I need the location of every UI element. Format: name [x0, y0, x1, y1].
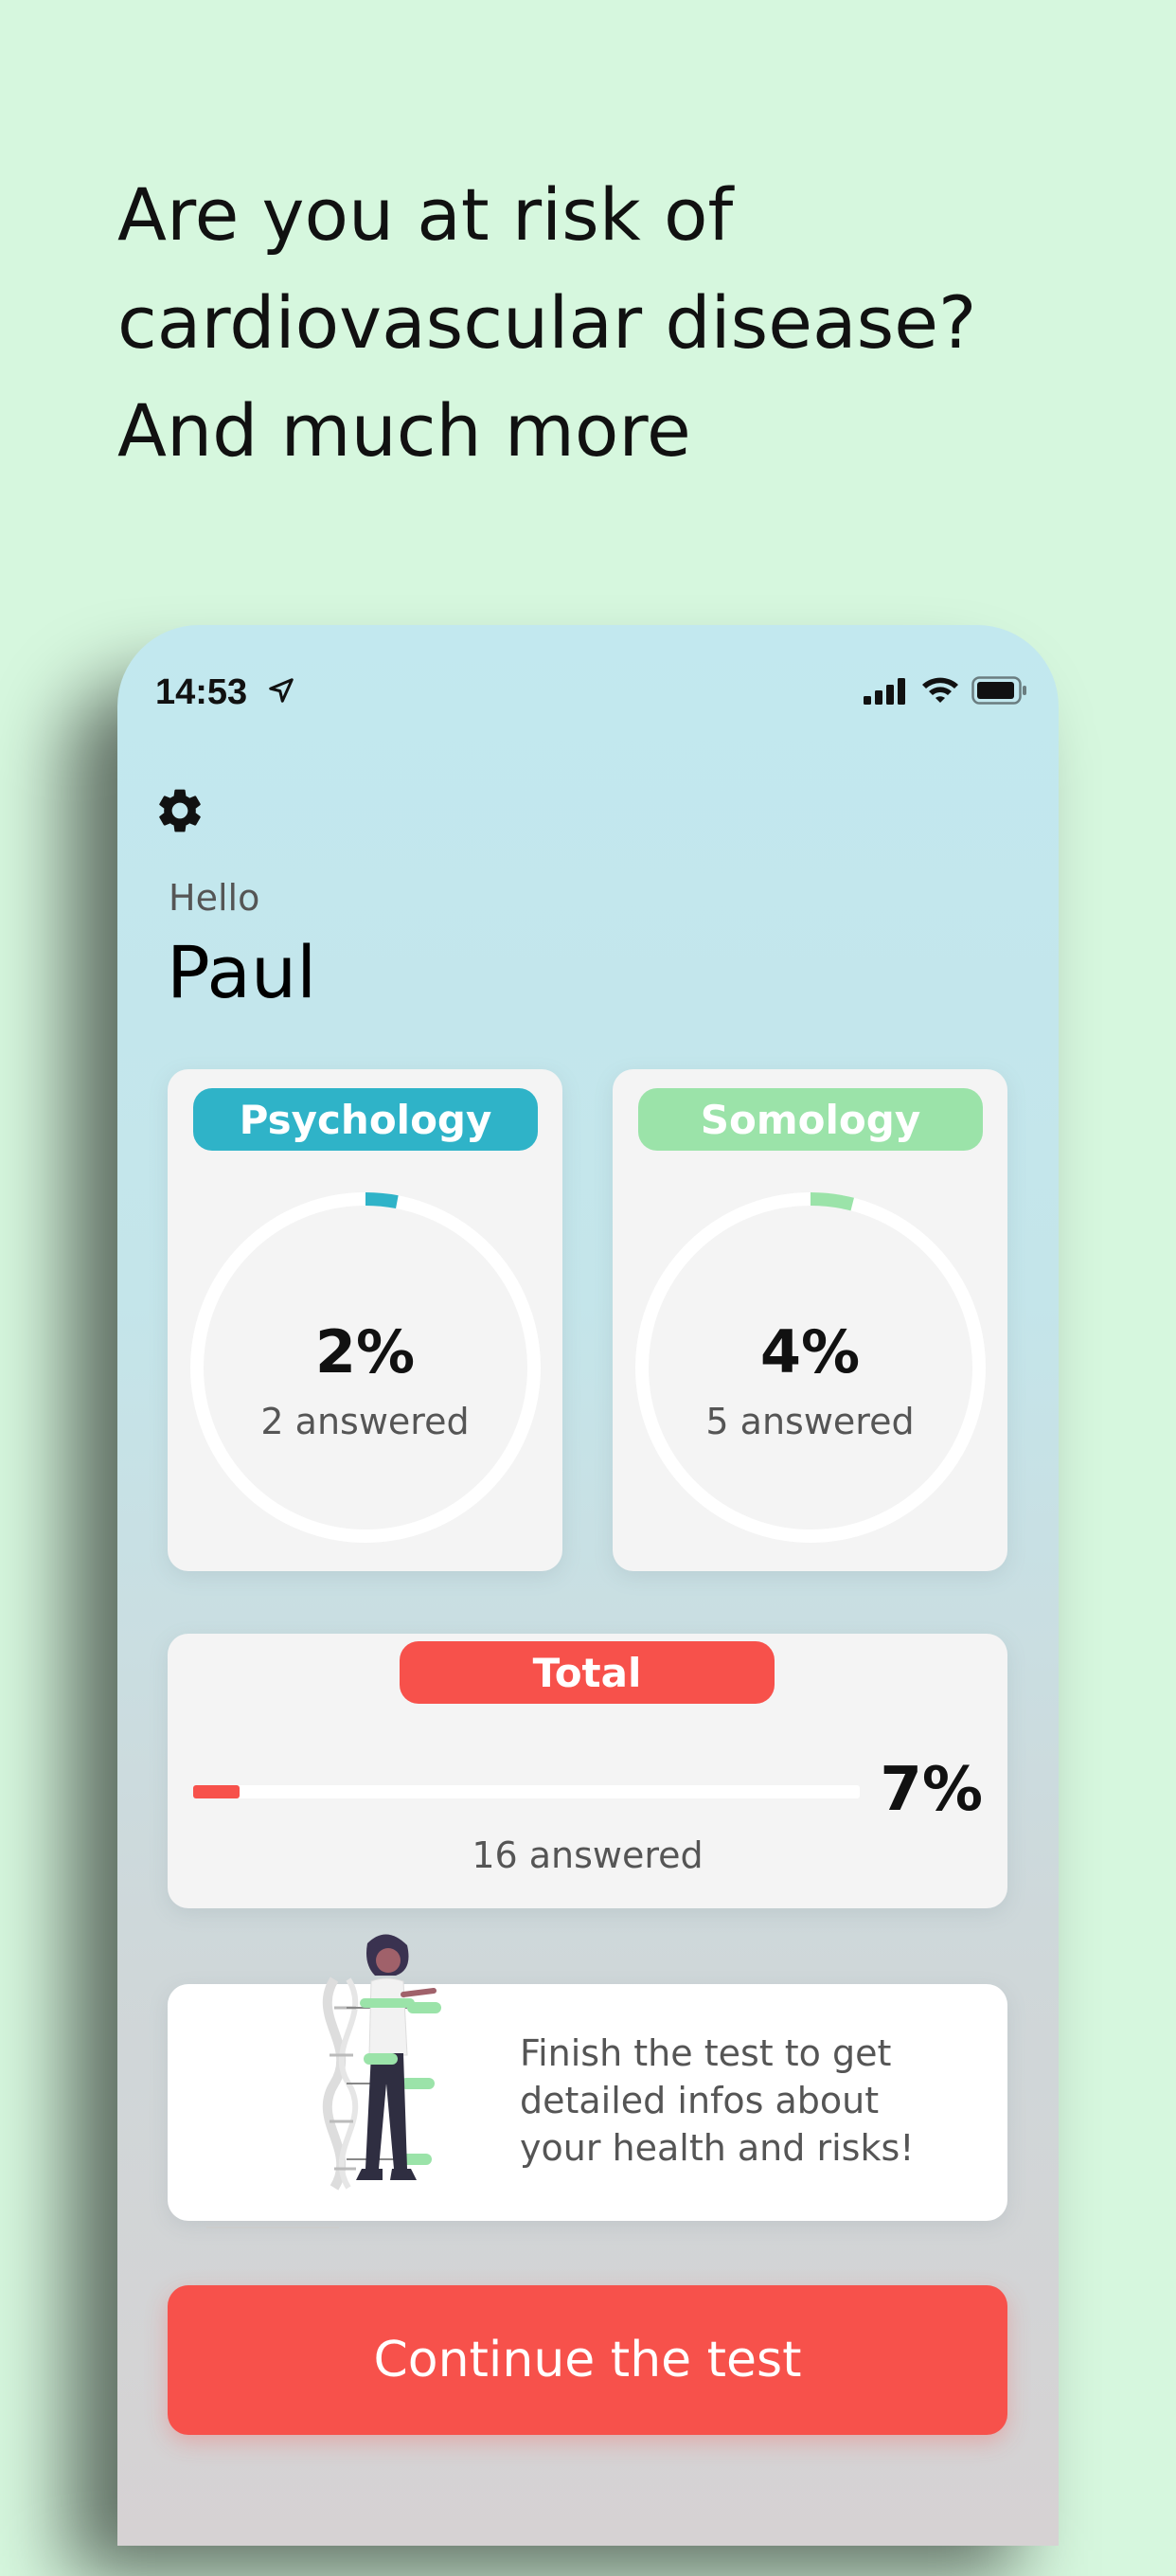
headline-line-3: And much more	[117, 388, 691, 473]
status-bar: 14:53	[117, 625, 1059, 758]
cellular-signal-icon	[864, 678, 905, 705]
info-text: Finish the test to get detailed infos ab…	[520, 2030, 974, 2172]
info-text-line-1: Finish the test to get	[520, 2032, 892, 2074]
total-progress-track	[193, 1785, 860, 1798]
somology-card[interactable]: Somology 4% 5 answered	[613, 1069, 1007, 1571]
psychology-percent: 2%	[314, 1317, 416, 1386]
headline: Are you at risk of cardiovascular diseas…	[117, 161, 1083, 485]
total-percent: 7%	[880, 1755, 983, 1825]
user-name: Paul	[167, 930, 317, 1014]
headline-line-2: cardiovascular disease?	[117, 280, 977, 365]
gear-icon[interactable]	[153, 784, 206, 837]
psychology-card[interactable]: Psychology 2% 2 answered	[168, 1069, 562, 1571]
status-time: 14:53	[155, 672, 248, 712]
somology-answered: 5 answered	[705, 1401, 915, 1442]
somology-percent: 4%	[759, 1317, 861, 1386]
battery-icon	[971, 676, 1026, 705]
location-arrow-icon	[269, 678, 294, 703]
headline-line-1: Are you at risk of	[117, 172, 734, 257]
total-card[interactable]: Total 7% 16 answered	[168, 1634, 1007, 1908]
person-with-dna-chart-illustration	[206, 1934, 441, 2228]
info-text-line-2: detailed infos about	[520, 2080, 880, 2121]
psychology-answered: 2 answered	[260, 1401, 470, 1442]
psychology-label: Psychology	[193, 1088, 538, 1151]
total-answered: 16 answered	[472, 1834, 704, 1876]
total-progress-fill	[193, 1785, 241, 1798]
somology-label: Somology	[638, 1088, 983, 1151]
wifi-icon	[922, 677, 958, 703]
total-label: Total	[400, 1641, 775, 1704]
phone-mockup: 14:53 Hello Paul Psychology 2% 2 answere…	[117, 625, 1059, 2546]
info-text-line-3: your health and risks!	[520, 2127, 915, 2169]
greeting-hello: Hello	[169, 877, 260, 919]
continue-test-button[interactable]: Continue the test	[168, 2285, 1007, 2435]
